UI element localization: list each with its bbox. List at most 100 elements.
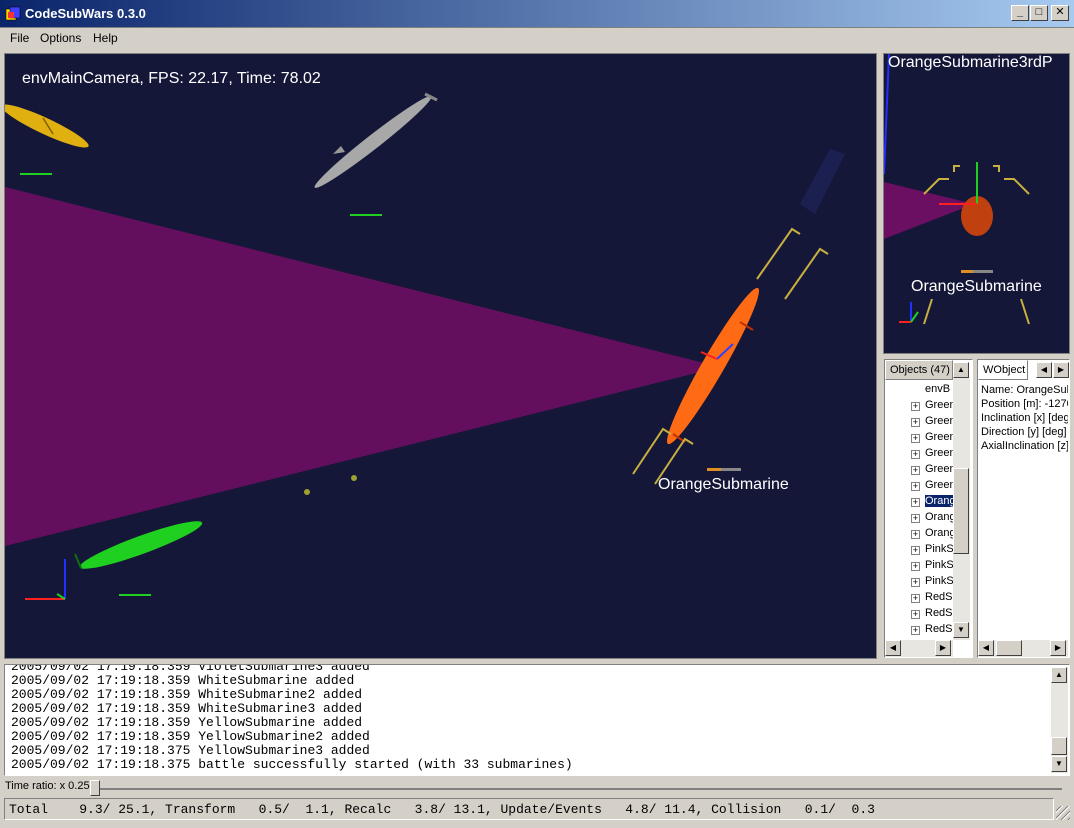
expand-icon[interactable]: +	[911, 418, 920, 427]
tree-item-label: Orang	[925, 527, 953, 539]
scroll-up-icon[interactable]: ▲	[953, 362, 969, 378]
scroll-left-icon[interactable]: ◀	[885, 640, 901, 656]
expand-icon[interactable]: +	[911, 578, 920, 587]
expand-icon[interactable]: +	[911, 514, 920, 523]
tree-item-label: RedSu	[925, 591, 953, 603]
tree-item[interactable]: + RedSu	[885, 590, 953, 606]
expand-icon[interactable]: +	[911, 466, 920, 475]
tree-item-label: envB	[925, 383, 951, 395]
expand-icon[interactable]: +	[911, 498, 920, 507]
tree-item-label: PinkS	[925, 575, 953, 587]
tree-item[interactable]: envB	[885, 382, 953, 398]
expand-icon[interactable]: +	[911, 562, 920, 571]
third-person-view[interactable]: OrangeSubmarine3rdP OrangeSubmarine	[883, 53, 1070, 354]
props-horizontal-scrollbar[interactable]: ◀ ▶	[978, 640, 1068, 657]
side-scene	[884, 54, 1030, 325]
tab-right-icon[interactable]: ▶	[1053, 362, 1069, 378]
title-bar[interactable]: CodeSubWars 0.3.0 _ □ ✕	[0, 0, 1074, 28]
health-bar	[350, 214, 382, 216]
tree-item[interactable]: + PinkS	[885, 542, 953, 558]
scroll-right-icon[interactable]: ▶	[1050, 640, 1066, 656]
sonar-cone	[884, 182, 974, 239]
health-bar	[119, 594, 151, 596]
tree-item-label: Orang	[925, 511, 953, 523]
tree-item[interactable]: + Green	[885, 462, 953, 478]
properties-panel: WObject ◀ ▶ Name: OrangeSubmarine Positio…	[977, 359, 1070, 658]
tree-item[interactable]: + Green	[885, 478, 953, 494]
scroll-left-icon[interactable]: ◀	[978, 640, 994, 656]
log-line: 2005/09/02 17:19:18.359 YellowSubmarine2…	[11, 729, 370, 744]
property-row: Direction [y] [deg]	[981, 426, 1067, 438]
tab-left-icon[interactable]: ◀	[1036, 362, 1052, 378]
orange-submarine-label: OrangeSubmarine	[658, 476, 789, 493]
wobject-tab[interactable]: WObject	[978, 360, 1028, 380]
camera-info: envMainCamera, FPS: 22.17, Time: 78.02	[22, 70, 321, 87]
green-axis-gizmo	[25, 559, 66, 600]
log-line: 2005/09/02 17:19:18.359 YellowSubmarine …	[11, 715, 363, 730]
window-title: CodeSubWars 0.3.0	[25, 6, 146, 21]
log-scrollbar[interactable]: ▲ ▼	[1051, 667, 1068, 773]
menu-help[interactable]: Help	[93, 31, 118, 45]
tree-item-label: PinkS	[925, 559, 953, 571]
scroll-right-icon[interactable]: ▶	[935, 640, 951, 656]
slider-thumb[interactable]	[90, 780, 100, 796]
scrollbar-thumb[interactable]	[1051, 737, 1067, 755]
expand-icon[interactable]: +	[911, 530, 920, 539]
health-bar	[20, 173, 52, 175]
status-bar: Total 9.3/ 25.1, Transform 0.5/ 1.1, Rec…	[4, 798, 1054, 820]
scrollbar-thumb[interactable]	[953, 468, 969, 554]
expand-icon[interactable]: +	[911, 546, 920, 555]
expand-icon[interactable]: +	[911, 482, 920, 491]
log-line: 2005/09/02 17:19:18.359 WhiteSubmarine a…	[11, 673, 355, 688]
main-camera-view[interactable]: envMainCamera, FPS: 22.17, Time: 78.02 O…	[4, 53, 877, 659]
tree-item[interactable]: + Green	[885, 446, 953, 462]
object-tree: envB + Green + Green + Green + Green + Green + Green…	[885, 382, 953, 640]
torpedo-marker	[304, 489, 310, 495]
torpedo-marker	[351, 475, 357, 481]
tree-item[interactable]: + Green	[885, 430, 953, 446]
scroll-down-icon[interactable]: ▼	[1051, 756, 1067, 772]
menu-options[interactable]: Options	[40, 31, 81, 45]
sonar-cone	[5, 187, 720, 546]
resize-grip-icon[interactable]	[1056, 806, 1070, 820]
objects-header[interactable]: Objects (47)	[885, 360, 953, 380]
property-row: Position [m]: -1270	[981, 398, 1068, 410]
app-window: CodeSubWars 0.3.0 _ □ ✕ File Options Hel…	[0, 0, 1074, 828]
scene-canvas	[5, 92, 845, 600]
time-ratio-slider[interactable]	[90, 780, 1072, 796]
event-log[interactable]: 2005/09/02 17:19:18.359 VioletSubmarine3…	[4, 664, 1070, 776]
tree-item-label: PinkS	[925, 543, 953, 555]
grey-submarine	[314, 92, 438, 188]
side-view-label: OrangeSubmarine	[911, 278, 1042, 295]
expand-icon[interactable]: +	[911, 594, 920, 603]
tree-item[interactable]: + PinkS	[885, 558, 953, 574]
tree-item-label: Green	[925, 479, 953, 491]
tree-vertical-scrollbar[interactable]: ▼	[953, 378, 970, 640]
expand-icon[interactable]: +	[911, 450, 920, 459]
tree-item[interactable]: + Green	[885, 398, 953, 414]
menu-file[interactable]: File	[10, 31, 29, 45]
scroll-up-icon[interactable]: ▲	[1051, 667, 1067, 683]
objects-panel: Objects (47) ▲ envB + Green + Green + Green + Gr…	[884, 359, 973, 658]
expand-icon[interactable]: +	[911, 610, 920, 619]
tree-item[interactable]: + Green	[885, 414, 953, 430]
app-icon	[5, 6, 21, 21]
maximize-button[interactable]: □	[1030, 5, 1048, 21]
minimize-button[interactable]: _	[1011, 5, 1029, 21]
tree-item[interactable]: + Orang	[885, 494, 953, 510]
scrollbar-thumb[interactable]	[996, 640, 1022, 656]
tree-item[interactable]: + Orang	[885, 526, 953, 542]
tree-item-label: Green	[925, 399, 953, 411]
tree-item[interactable]: + RedSu	[885, 606, 953, 622]
tree-item[interactable]: + PinkS	[885, 574, 953, 590]
tree-item[interactable]: + Orang	[885, 510, 953, 526]
scroll-down-icon[interactable]: ▼	[953, 622, 969, 638]
expand-icon[interactable]: +	[911, 434, 920, 443]
tree-item[interactable]: + RedSu	[885, 622, 953, 638]
expand-icon[interactable]: +	[911, 626, 920, 635]
expand-icon[interactable]: +	[911, 402, 920, 411]
property-row: AxialInclination [z]	[981, 440, 1068, 452]
tree-horizontal-scrollbar[interactable]: ◀ ▶	[885, 640, 953, 657]
close-button[interactable]: ✕	[1051, 5, 1069, 21]
tree-item-label: Green	[925, 447, 953, 459]
